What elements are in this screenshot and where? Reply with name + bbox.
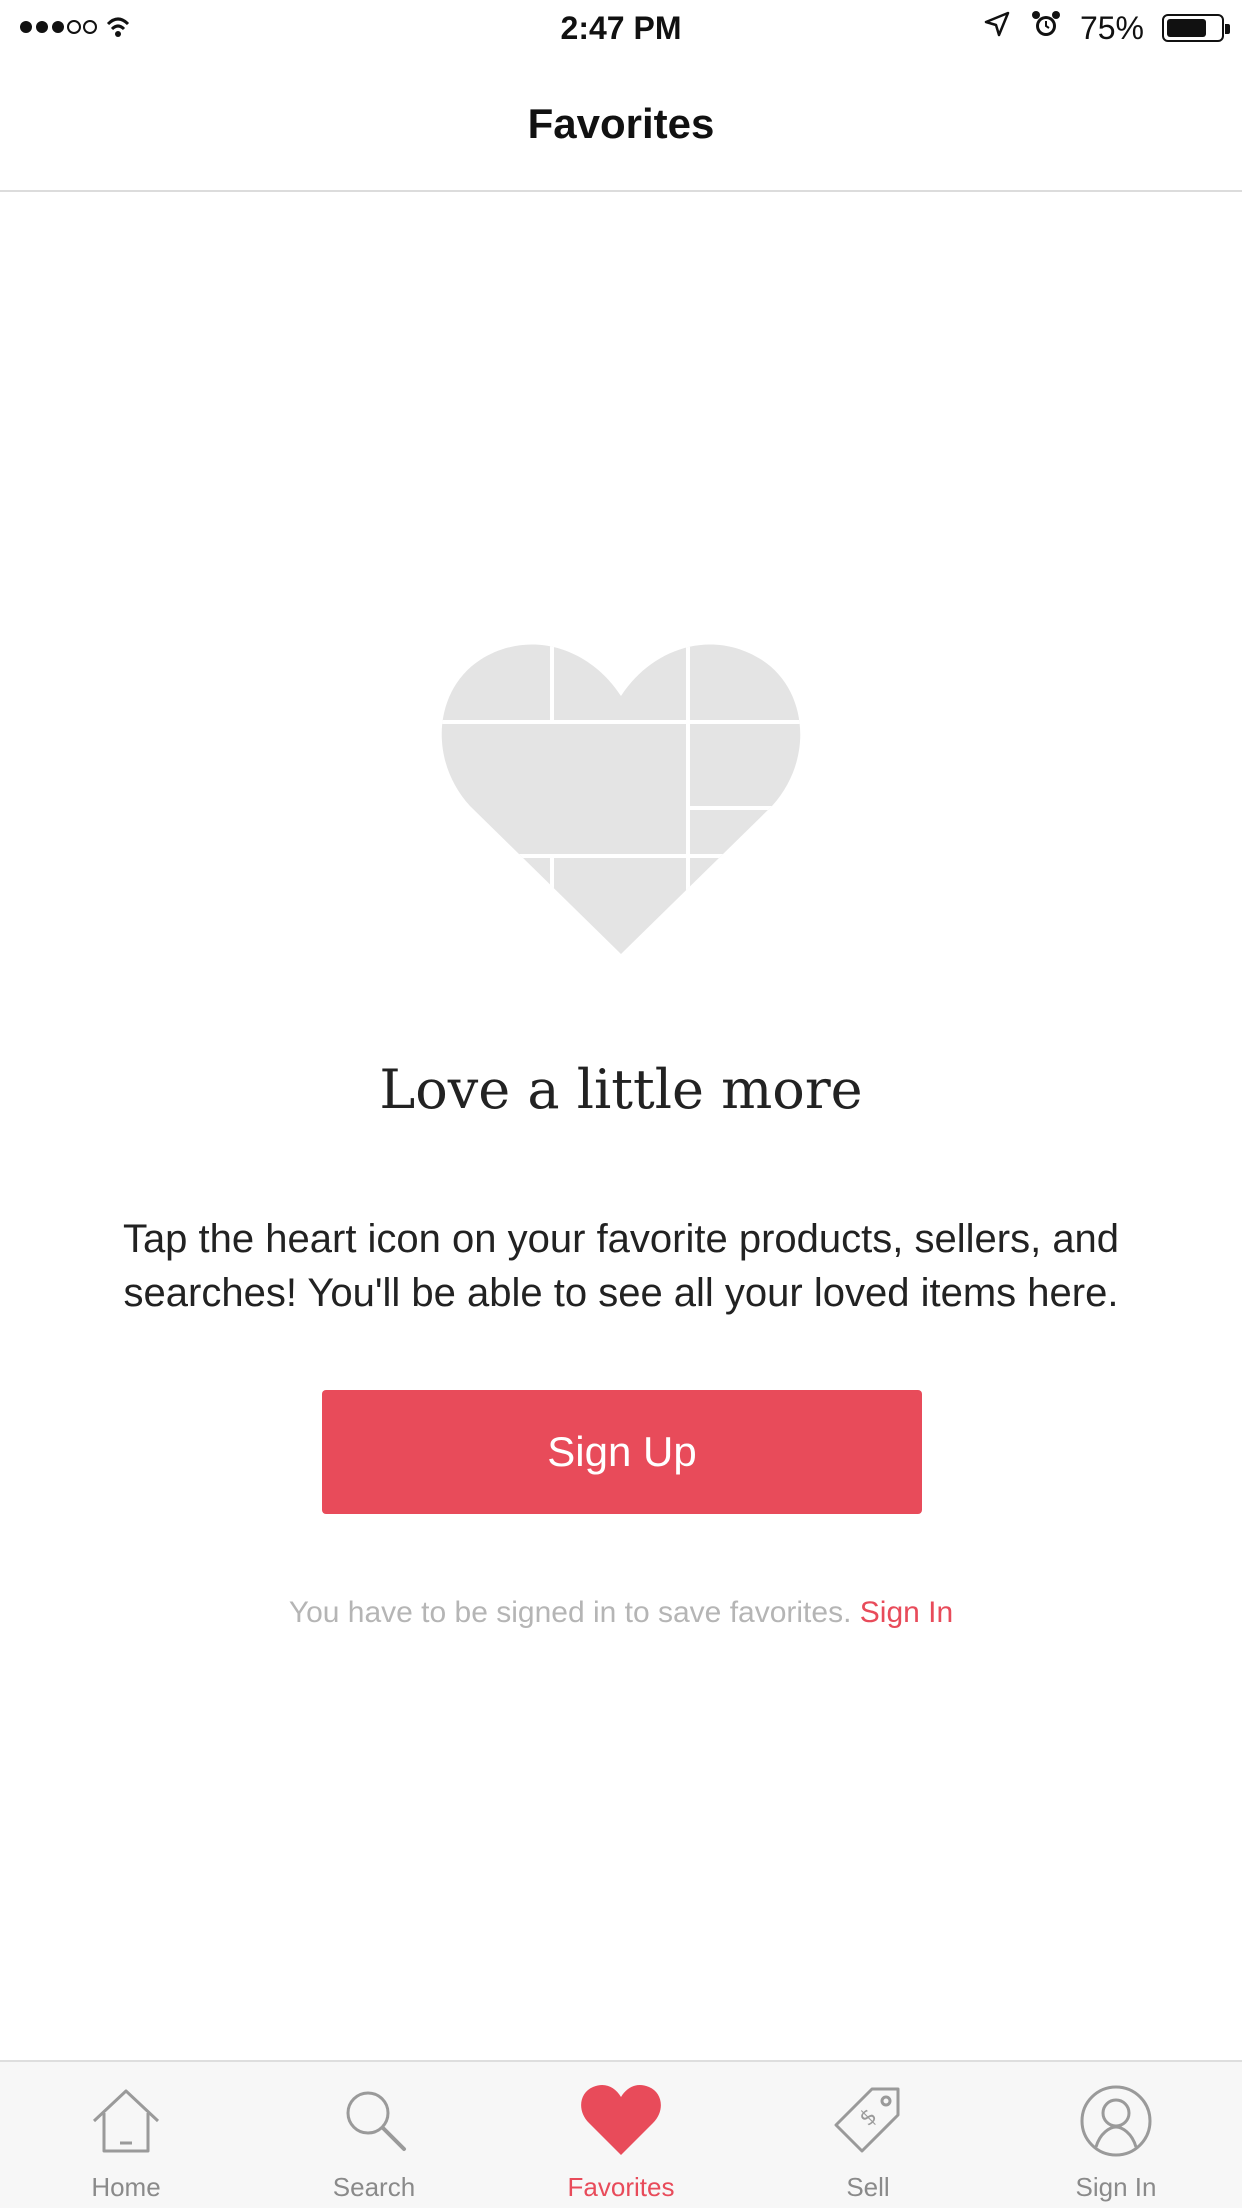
empty-state-description: Tap the heart icon on your favorite prod…: [122, 1217, 1120, 1315]
tab-sign-in-label: Sign In: [1075, 2172, 1157, 2202]
tab-favorites[interactable]: Favorites: [497, 2062, 745, 2208]
signin-note: You have to be signed in to save favorit…: [288, 1596, 852, 1629]
empty-state-headline: Love a little more: [379, 1058, 863, 1121]
battery-level: [1167, 19, 1206, 37]
sign-up-button[interactable]: Sign Up: [322, 1390, 922, 1514]
status-indicators: 75%: [982, 8, 1230, 48]
alarm-icon: [1030, 8, 1062, 48]
navigation-header: Favorites: [0, 56, 1242, 192]
tab-home-label: Home: [91, 2172, 161, 2202]
tab-sell[interactable]: $ Sell: [744, 2062, 992, 2208]
tab-sell-label: Sell: [846, 2172, 890, 2202]
home-icon: [81, 2076, 171, 2166]
signin-note-row: You have to be signed in to save favorit…: [0, 1596, 1242, 1630]
svg-text:$: $: [855, 2104, 883, 2132]
search-icon: [329, 2076, 419, 2166]
heart-icon: [576, 2076, 666, 2166]
tab-search-label: Search: [332, 2172, 416, 2202]
status-bar: 2:47 PM 75%: [0, 0, 1242, 56]
user-icon: [1071, 2076, 1161, 2166]
battery-percentage: 75%: [1079, 9, 1144, 46]
location-arrow-icon: [982, 9, 1012, 47]
tab-home[interactable]: Home: [2, 2062, 250, 2208]
tab-favorites-label: Favorites: [567, 2172, 675, 2202]
battery-icon: [1162, 14, 1230, 42]
page-title: Favorites: [527, 100, 715, 147]
bottom-tab-bar: Home Search Favorites $ Sell Sign In: [0, 2060, 1242, 2208]
sign-in-link[interactable]: Sign In: [860, 1596, 953, 1629]
tab-sign-in[interactable]: Sign In: [992, 2062, 1240, 2208]
heart-collage-icon: [440, 638, 802, 960]
price-tag-icon: $: [823, 2076, 913, 2166]
tab-search[interactable]: Search: [250, 2062, 498, 2208]
